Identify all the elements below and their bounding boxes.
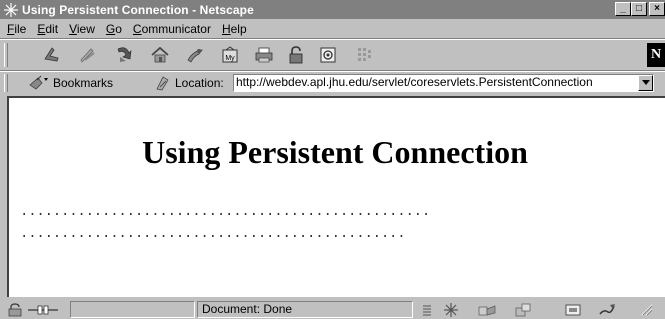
location-toolbar-grip[interactable] (4, 74, 8, 92)
dots-line-2: ........................................… (20, 226, 406, 242)
page-content: Using Persistent Connection ............… (7, 96, 665, 297)
menu-bar: File Edit View Go Communicator Help (0, 19, 665, 38)
bookmarks-icon (29, 75, 48, 90)
menu-go[interactable]: Go (106, 22, 122, 36)
status-text-panel: Document: Done (197, 301, 413, 318)
home-icon[interactable] (148, 44, 172, 66)
forward-icon[interactable] (75, 44, 99, 66)
menu-communicator-label: ommunicator (141, 21, 211, 36)
address-book-icon[interactable] (564, 302, 582, 317)
component-bar-grip-icon[interactable] (418, 302, 436, 317)
security-lock-icon[interactable] (6, 302, 24, 317)
menu-edit[interactable]: Edit (37, 22, 58, 36)
menu-communicator[interactable]: Communicator (133, 22, 211, 36)
url-input[interactable]: http://webdev.apl.jhu.edu/servlet/corese… (233, 74, 654, 92)
title-bar[interactable]: Using Persistent Connection - Netscape _… (0, 0, 665, 19)
page-title: Using Persistent Connection (142, 134, 528, 170)
status-bar: Document: Done (0, 299, 665, 319)
menu-file[interactable]: File (7, 22, 26, 36)
connection-status-icon (26, 302, 60, 317)
navigation-toolbar: My N (0, 40, 665, 70)
location-label-text: Location: (175, 76, 224, 90)
menu-file-label: ile (14, 21, 27, 36)
window-title: Using Persistent Connection - Netscape (22, 2, 254, 17)
stop-icon[interactable] (352, 44, 376, 66)
url-text: http://webdev.apl.jhu.edu/servlet/corese… (236, 75, 593, 89)
menu-view[interactable]: View (69, 22, 95, 36)
search-icon[interactable] (183, 44, 207, 66)
mail-icon[interactable] (478, 302, 496, 317)
minimize-button[interactable]: _ (615, 2, 631, 16)
netscape-app-icon[interactable] (3, 2, 19, 18)
status-text: Document: Done (202, 302, 293, 316)
back-icon[interactable] (40, 44, 64, 66)
toolbar-grip[interactable] (4, 43, 8, 67)
menu-go-label: o (115, 21, 122, 36)
security-icon[interactable] (284, 44, 308, 66)
menu-help[interactable]: Help (222, 22, 247, 36)
newsgroups-icon[interactable] (514, 302, 532, 317)
menu-communicator-accel: C (132, 21, 142, 36)
menu-help-label: elp (230, 21, 247, 36)
menu-view-accel: V (69, 21, 77, 36)
resize-grip-icon[interactable] (638, 302, 656, 317)
dots-line-1: ........................................… (20, 204, 431, 220)
progress-panel (70, 301, 195, 318)
my-netscape-icon[interactable]: My (218, 44, 242, 66)
my-netscape-text: My (225, 55, 235, 62)
print-icon[interactable] (252, 44, 276, 66)
reload-icon[interactable] (112, 44, 136, 66)
menu-help-accel: H (221, 21, 231, 36)
menu-go-accel: G (105, 21, 116, 36)
navigator-icon[interactable] (442, 302, 460, 317)
shop-icon[interactable] (316, 44, 340, 66)
maximize-button[interactable]: □ (631, 2, 647, 16)
chevron-down-icon (641, 80, 650, 85)
netscape-logo[interactable]: N (647, 43, 665, 67)
menu-edit-label: dit (45, 21, 59, 36)
composer-icon[interactable] (598, 302, 616, 317)
bookmarks-label: Bookmarks (53, 76, 114, 90)
browser-window: Using Persistent Connection - Netscape _… (0, 0, 665, 319)
close-button[interactable]: × (649, 2, 665, 16)
page-proxy-icon[interactable] (154, 75, 172, 91)
menu-view-label: iew (76, 21, 95, 36)
location-toolbar: Bookmarks Location: http://webdev.apl.jh… (0, 72, 665, 94)
bookmarks-button[interactable]: Bookmarks (28, 75, 113, 91)
url-dropdown-button[interactable] (638, 75, 653, 91)
location-label: Location: (154, 75, 224, 91)
